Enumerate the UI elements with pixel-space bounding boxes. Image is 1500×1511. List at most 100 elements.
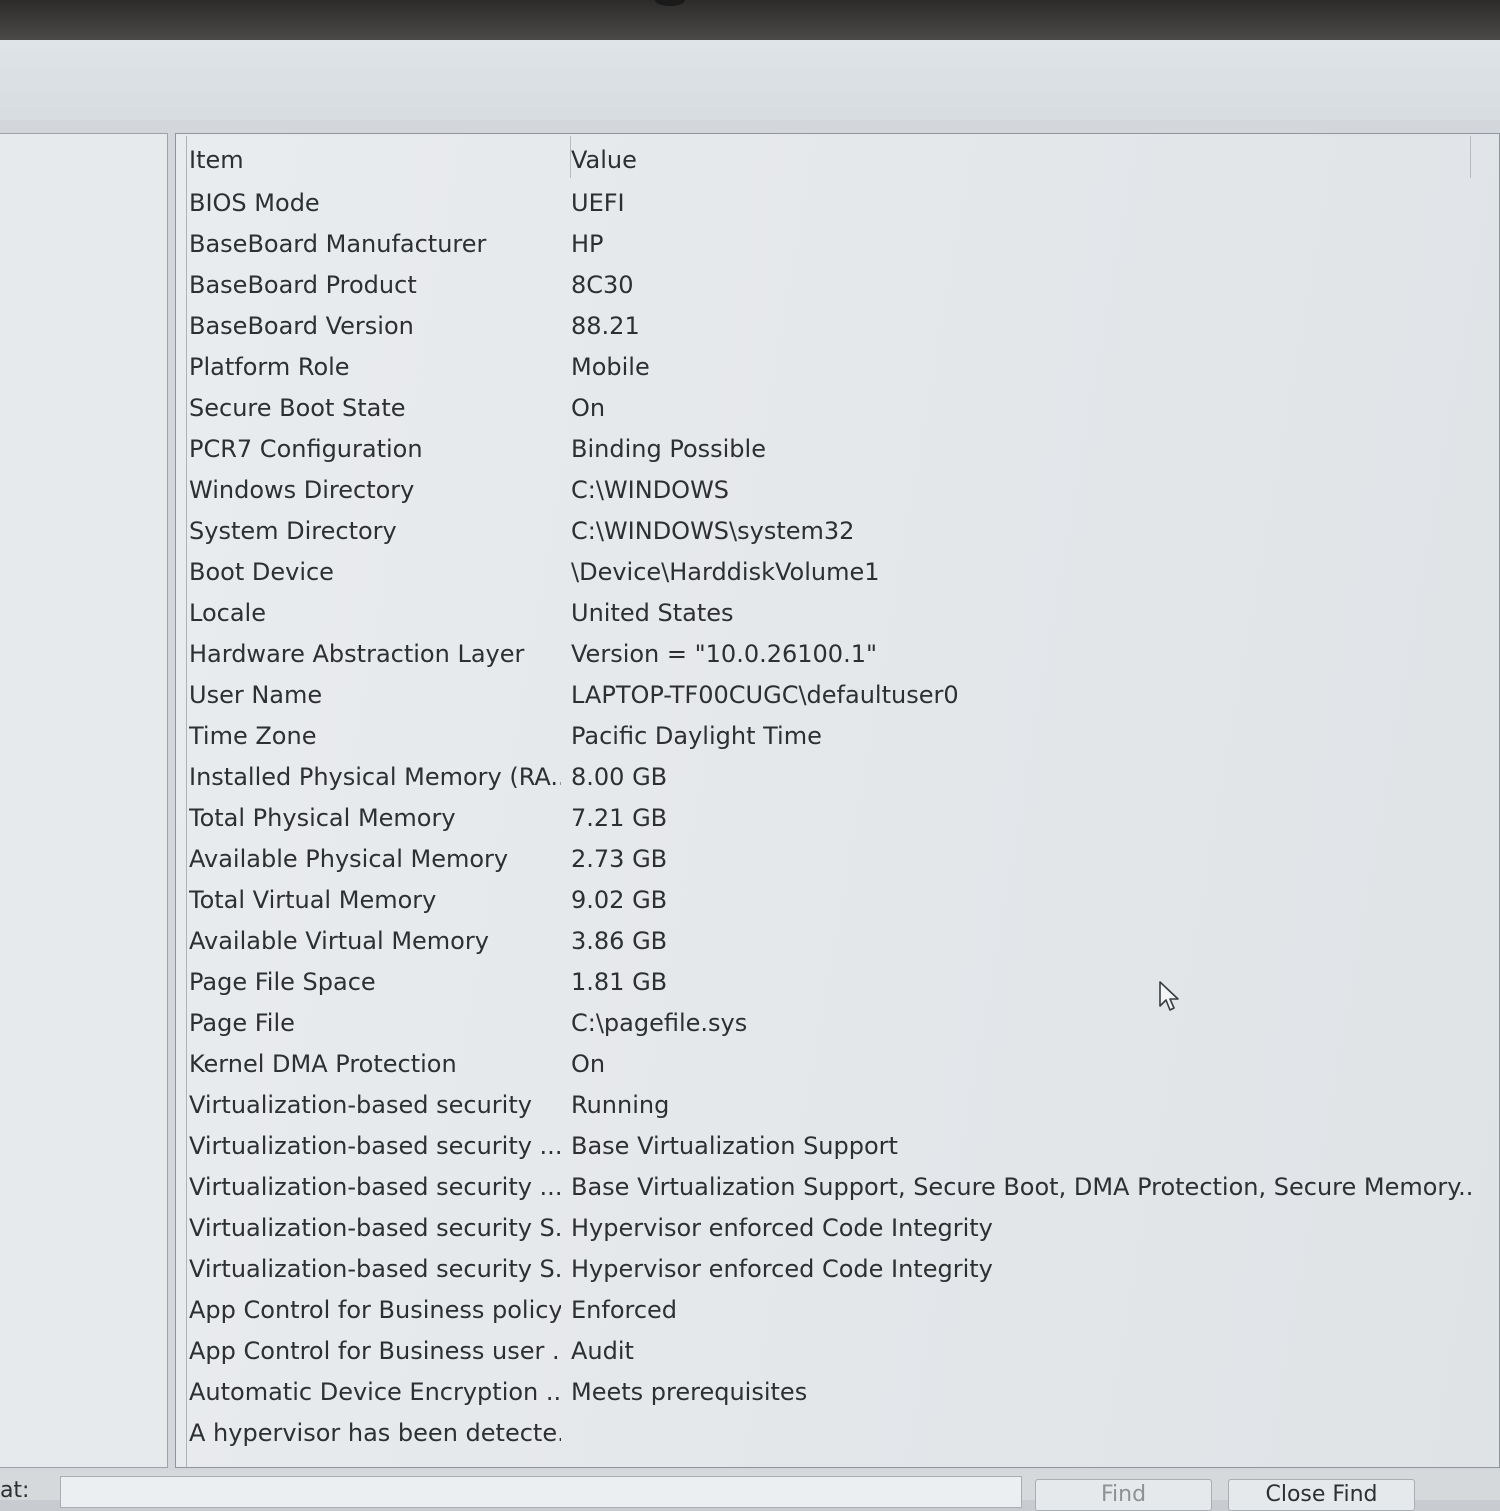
row-item-cell: Hardware Abstraction Layer: [189, 640, 525, 668]
row-item-cell: Boot Device: [189, 558, 334, 586]
row-value-cell: Running: [571, 1091, 670, 1119]
table-row[interactable]: A hypervisor has been detecte...: [187, 1413, 1499, 1454]
row-value-cell: Audit: [571, 1337, 634, 1365]
table-row[interactable]: Boot Device \Device\HarddiskVolume1: [187, 552, 1499, 593]
list-content: Item Value BIOS Mode UEFI BaseBoard Manufa…: [186, 136, 1499, 1467]
category-tree-pane[interactable]: [0, 133, 168, 1468]
row-item-cell: Available Physical Memory: [189, 845, 509, 873]
table-row[interactable]: Kernel DMA Protection On: [187, 1044, 1499, 1085]
row-value-cell: C:\WINDOWS\system32: [571, 517, 855, 545]
close-find-button[interactable]: Close Find: [1228, 1479, 1415, 1511]
row-value-cell: 8C30: [571, 271, 634, 299]
row-item-cell: BaseBoard Manufacturer: [189, 230, 487, 258]
table-row[interactable]: Virtualization-based security ... Base Vi…: [187, 1167, 1499, 1208]
row-item-cell: App Control for Business policy: [189, 1296, 561, 1324]
row-item-cell: BaseBoard Product: [189, 271, 417, 299]
row-value-cell: 7.21 GB: [571, 804, 668, 832]
table-row[interactable]: Hardware Abstraction Layer Version = "10.…: [187, 634, 1499, 675]
window-toolbar-area: [0, 40, 1500, 120]
row-item-cell: Installed Physical Memory (RA...: [189, 763, 561, 791]
mouse-pointer-icon: [1159, 981, 1179, 1011]
row-value-cell: Hypervisor enforced Code Integrity: [571, 1255, 993, 1283]
row-item-cell: Time Zone: [189, 722, 317, 750]
row-item-cell: Virtualization-based security: [189, 1091, 532, 1119]
row-value-cell: HP: [571, 230, 604, 258]
find-button[interactable]: Find: [1035, 1479, 1212, 1511]
table-row[interactable]: BaseBoard Product 8C30: [187, 265, 1499, 306]
row-value-cell: Enforced: [571, 1296, 678, 1324]
column-header-value[interactable]: Value: [571, 140, 1471, 181]
table-row[interactable]: Locale United States: [187, 593, 1499, 634]
table-row[interactable]: Installed Physical Memory (RA... 8.00 GB: [187, 757, 1499, 798]
row-item-cell: Virtualization-based security S...: [189, 1255, 561, 1283]
table-row[interactable]: BaseBoard Version 88.21: [187, 306, 1499, 347]
column-header-item[interactable]: Item: [189, 140, 561, 181]
laptop-bezel: [0, 0, 1500, 40]
row-item-cell: Locale: [189, 599, 266, 627]
column-divider[interactable]: [570, 136, 571, 178]
table-row[interactable]: PCR7 Configuration Binding Possible: [187, 429, 1499, 470]
row-value-cell: UEFI: [571, 189, 625, 217]
row-value-cell: [571, 1413, 1471, 1454]
table-row[interactable]: Total Physical Memory 7.21 GB: [187, 798, 1499, 839]
row-value-cell: 1.81 GB: [571, 968, 668, 996]
list-header: Item Value: [187, 140, 1499, 181]
row-value-cell: LAPTOP-TF00CUGC\defaultuser0: [571, 681, 959, 709]
row-value-cell: United States: [571, 599, 734, 627]
find-what-label: hat:: [0, 1478, 30, 1503]
row-item-cell: Virtualization-based security ...: [189, 1132, 561, 1160]
row-value-cell: Base Virtualization Support: [571, 1132, 898, 1160]
row-value-cell: Pacific Daylight Time: [571, 722, 822, 750]
webcam: [655, 0, 685, 6]
row-item-cell: User Name: [189, 681, 323, 709]
row-item-cell: PCR7 Configuration: [189, 435, 423, 463]
table-row[interactable]: Available Virtual Memory 3.86 GB: [187, 921, 1499, 962]
find-what-input[interactable]: [60, 1476, 1022, 1508]
row-item-cell: Available Virtual Memory: [189, 927, 489, 955]
table-row[interactable]: Time Zone Pacific Daylight Time: [187, 716, 1499, 757]
row-value-cell: Binding Possible: [571, 435, 766, 463]
row-item-cell: Automatic Device Encryption ...: [189, 1378, 561, 1406]
system-summary-list[interactable]: Item Value BIOS Mode UEFI BaseBoard Manufa…: [175, 133, 1500, 1468]
table-row[interactable]: Total Virtual Memory 9.02 GB: [187, 880, 1499, 921]
row-item-cell: Virtualization-based security S...: [189, 1214, 561, 1242]
row-item-cell: Kernel DMA Protection: [189, 1050, 457, 1078]
table-row[interactable]: Virtualization-based security ... Base Vi…: [187, 1126, 1499, 1167]
row-item-cell: Secure Boot State: [189, 394, 406, 422]
row-value-cell: 3.86 GB: [571, 927, 668, 955]
table-row[interactable]: BIOS Mode UEFI: [187, 183, 1499, 224]
table-row[interactable]: Page File C:\pagefile.sys: [187, 1003, 1499, 1044]
row-item-cell: App Control for Business user ...: [189, 1337, 561, 1365]
row-value-cell: \Device\HarddiskVolume1: [571, 558, 880, 586]
row-item-cell: BIOS Mode: [189, 189, 320, 217]
table-row[interactable]: App Control for Business user ... Audit: [187, 1331, 1499, 1372]
row-item-cell: A hypervisor has been detecte...: [189, 1419, 561, 1447]
table-row[interactable]: Page File Space 1.81 GB: [187, 962, 1499, 1003]
row-item-cell: System Directory: [189, 517, 397, 545]
table-row[interactable]: BaseBoard Manufacturer HP: [187, 224, 1499, 265]
row-item-cell: Page File Space: [189, 968, 376, 996]
row-value-cell: On: [571, 1050, 606, 1078]
table-row[interactable]: App Control for Business policy Enforced: [187, 1290, 1499, 1331]
row-value-cell: On: [571, 394, 606, 422]
table-row[interactable]: Automatic Device Encryption ... Meets pre…: [187, 1372, 1499, 1413]
table-row[interactable]: User Name LAPTOP-TF00CUGC\defaultuser0: [187, 675, 1499, 716]
table-row[interactable]: System Directory C:\WINDOWS\system32: [187, 511, 1499, 552]
table-row[interactable]: Windows Directory C:\WINDOWS: [187, 470, 1499, 511]
row-value-cell: 2.73 GB: [571, 845, 668, 873]
row-value-cell: Meets prerequisites: [571, 1378, 808, 1406]
table-row[interactable]: Secure Boot State On: [187, 388, 1499, 429]
column-divider-end: [1470, 136, 1471, 178]
row-value-cell: C:\pagefile.sys: [571, 1009, 748, 1037]
table-row[interactable]: Virtualization-based security Running: [187, 1085, 1499, 1126]
row-value-cell: 9.02 GB: [571, 886, 668, 914]
row-item-cell: Windows Directory: [189, 476, 415, 504]
row-value-cell: C:\WINDOWS: [571, 476, 730, 504]
table-row[interactable]: Virtualization-based security S... Hyperv…: [187, 1249, 1499, 1290]
table-row[interactable]: Available Physical Memory 2.73 GB: [187, 839, 1499, 880]
row-item-cell: Total Virtual Memory: [189, 886, 437, 914]
table-row[interactable]: Platform Role Mobile: [187, 347, 1499, 388]
table-row[interactable]: Virtualization-based security S... Hyperv…: [187, 1208, 1499, 1249]
row-item-cell: BaseBoard Version: [189, 312, 414, 340]
row-item-cell: Page File: [189, 1009, 295, 1037]
